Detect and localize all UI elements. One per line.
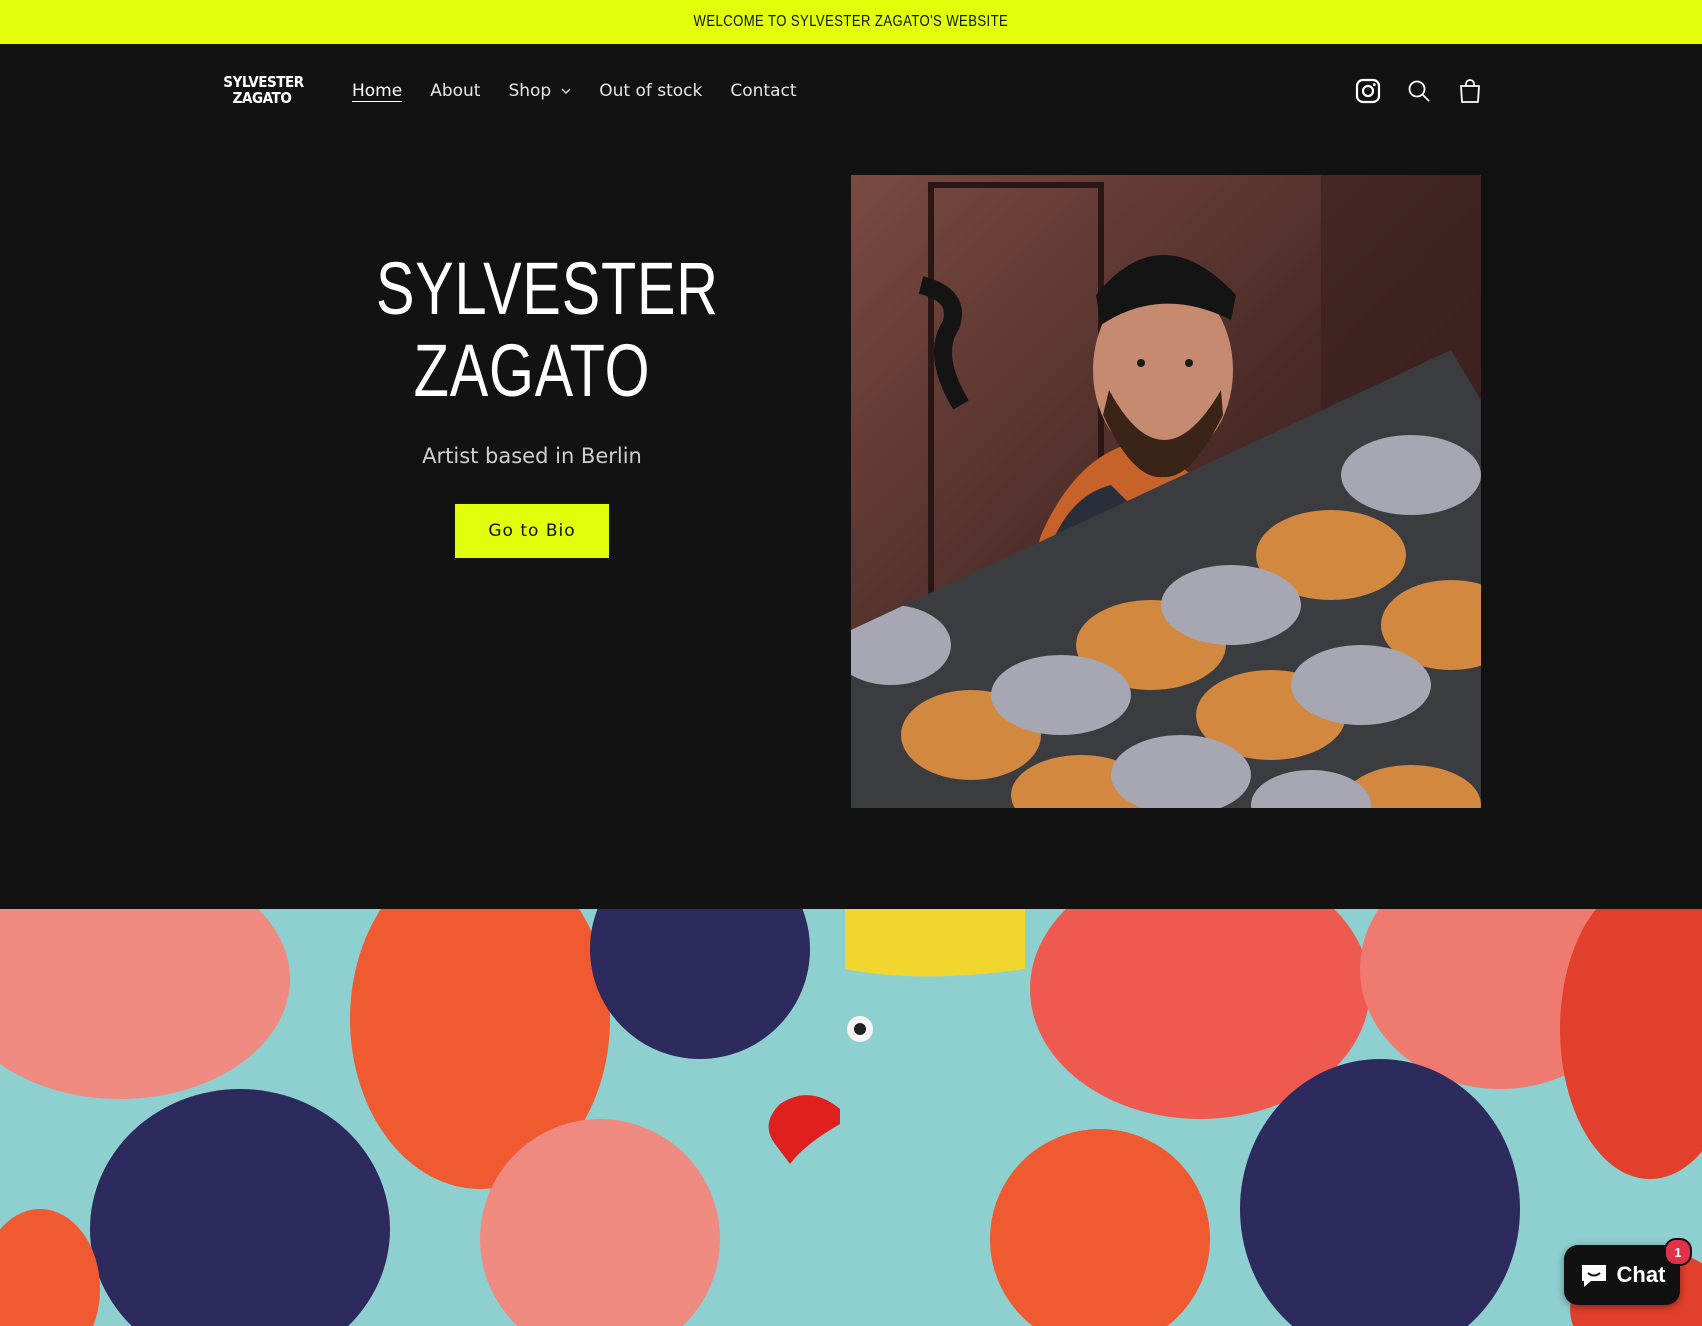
instagram-button[interactable]	[1350, 73, 1386, 109]
portrait-illustration	[851, 175, 1481, 808]
hero-title-line-2: ZAGATO	[413, 329, 651, 412]
logo-line-1: SYLVESTER	[223, 73, 304, 91]
search-icon	[1408, 80, 1430, 102]
cart-icon	[1460, 79, 1480, 103]
chat-label: Chat	[1616, 1262, 1666, 1287]
cart-button[interactable]	[1452, 73, 1488, 109]
search-button[interactable]	[1401, 73, 1437, 109]
hero-subtitle: Artist based in Berlin	[422, 444, 642, 468]
mural-illustration	[0, 909, 1702, 1326]
nav-shop[interactable]: Shop	[508, 81, 571, 101]
instagram-icon	[1355, 78, 1381, 104]
go-to-bio-button[interactable]: Go to Bio	[455, 504, 609, 558]
hero-text-block: SYLVESTER ZAGATO Artist based in Berlin …	[332, 248, 732, 558]
site-logo[interactable]: SYLVESTER ZAGATO	[219, 74, 305, 108]
nav-shop-label: Shop	[508, 81, 552, 101]
nav-contact[interactable]: Contact	[730, 81, 796, 101]
logo-line-2: ZAGATO	[232, 89, 292, 107]
announcement-text: WELCOME TO SYLVESTER ZAGATO'S WEBSITE	[693, 13, 1009, 30]
artist-portrait-image	[851, 175, 1481, 808]
chat-bubble-icon	[1581, 1265, 1606, 1287]
chat-button[interactable]: Chat	[1564, 1245, 1680, 1305]
nav-about[interactable]: About	[430, 81, 480, 101]
site-header: SYLVESTER ZAGATO Home About Shop Out of …	[0, 44, 1702, 139]
hero-title-line-1: SYLVESTER	[376, 247, 719, 330]
announcement-bar: WELCOME TO SYLVESTER ZAGATO'S WEBSITE	[0, 0, 1702, 44]
hero-title: SYLVESTER ZAGATO	[376, 248, 718, 412]
nav-home[interactable]: Home	[352, 81, 402, 101]
chevron-down-icon	[561, 88, 571, 94]
mural-banner-image	[0, 909, 1702, 1326]
hero-section: SYLVESTER ZAGATO Artist based in Berlin …	[0, 138, 1702, 909]
main-nav: Home About Shop Out of stock Contact	[352, 44, 825, 138]
chat-notification-badge: 1	[1664, 1238, 1692, 1266]
nav-out-of-stock[interactable]: Out of stock	[599, 81, 702, 101]
header-icons	[1350, 44, 1503, 138]
